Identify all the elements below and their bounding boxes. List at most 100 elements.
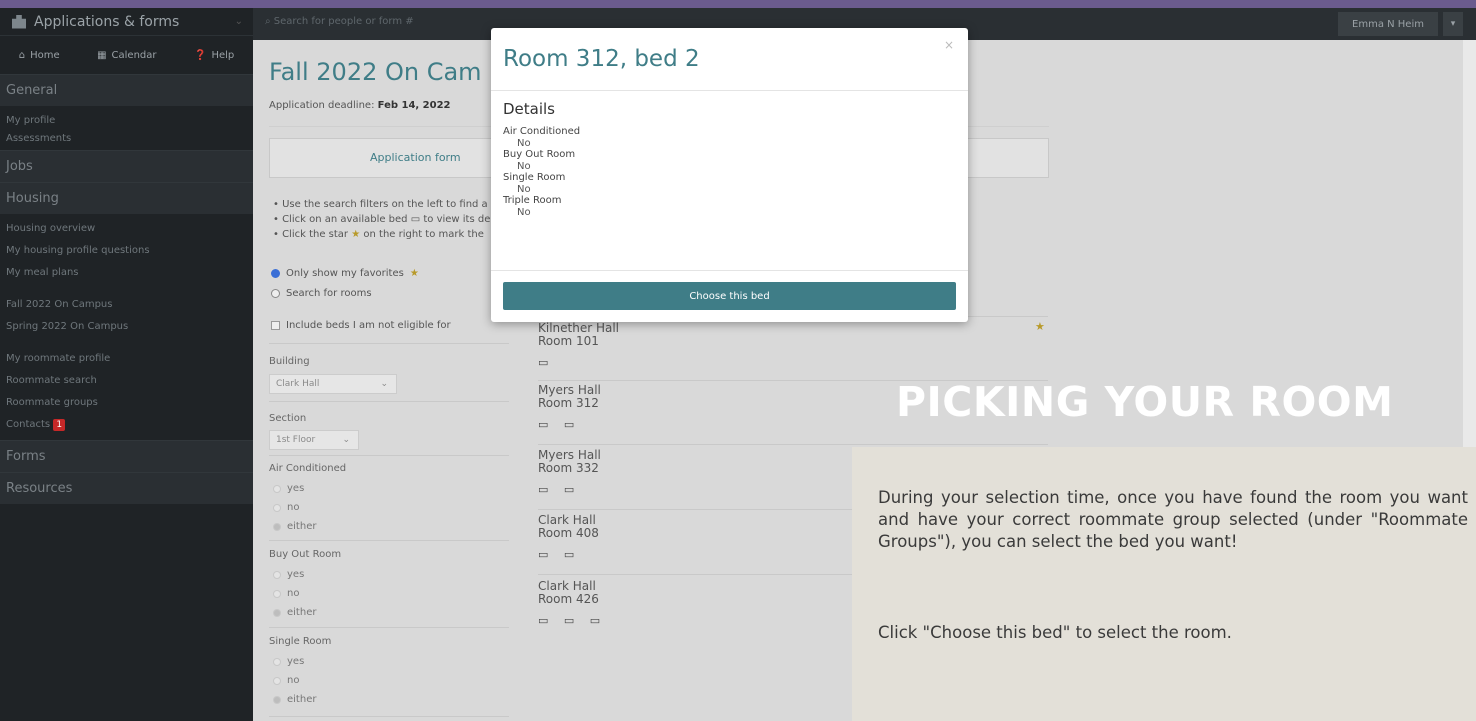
detail-value: No [517,137,531,149]
sidebar-item-spring-2022[interactable]: Spring 2022 On Campus [6,316,247,338]
building-select-value: Clark Hall [276,379,320,389]
bed-icon[interactable]: ▭ ▭ [538,483,601,496]
section-resources[interactable]: Resources [0,472,253,504]
search-icon: ⌕ [265,16,271,27]
radio-favorites[interactable]: Only show my favorites ★ [271,268,419,279]
radio-off-icon [273,657,281,666]
bed-icon[interactable]: ▭ [538,356,619,369]
building-label: Building [269,356,310,367]
radio-search-label: Search for rooms [286,288,372,299]
sidebar-item-profile-questions[interactable]: My housing profile questions [6,240,247,262]
nav-home[interactable]: ⌂ Home [19,50,60,61]
radio-off-icon [273,589,281,598]
list-item[interactable]: Myers Hall Room 312 ▭ ▭ [538,384,601,432]
list-item[interactable]: Myers Hall Room 332 ▭ ▭ [538,449,601,497]
ac-no[interactable]: no [273,502,299,513]
radio-on-icon [273,695,281,704]
ac-either[interactable]: either [273,521,316,532]
sidebar-item-roommate-groups[interactable]: Roommate groups [6,392,247,414]
sidebar-item-contacts[interactable]: Contacts 1 [6,414,247,436]
section-jobs[interactable]: Jobs [0,150,253,182]
search-input[interactable]: ⌕ Search for people or form # [265,16,414,27]
checkbox-ineligible[interactable]: Include beds I am not eligible for [271,320,451,331]
instructions: • Use the search filters on the left to … [273,197,490,242]
chevron-down-icon: ⌄ [234,16,243,27]
ac-yes[interactable]: yes [273,483,304,494]
buyout-yes[interactable]: yes [273,569,304,580]
option-label: either [287,694,317,705]
user-menu-button[interactable]: Emma N Heim [1338,12,1438,36]
caret-down-icon[interactable]: ▾ [1443,12,1463,36]
section-label: Section [269,413,307,424]
divider [491,270,968,271]
nav-calendar[interactable]: ▦ Calendar [97,50,156,61]
sidebar-item-meal-plans[interactable]: My meal plans [6,262,247,284]
radio-search-rooms[interactable]: Search for rooms [271,288,372,299]
option-label: yes [287,569,305,580]
instruction-text: Use the search filters on the left to fi… [282,199,488,210]
divider [269,343,509,344]
room-number: Room 332 [538,461,599,475]
single-no[interactable]: no [273,675,299,686]
detail-label: Air Conditioned [503,126,581,137]
sidebar-item-housing-overview[interactable]: Housing overview [6,218,247,240]
details-heading: Details [503,100,556,118]
single-yes[interactable]: yes [273,656,304,667]
detail-value: No [517,160,531,172]
star-icon: ★ [351,229,361,240]
buyout-no[interactable]: no [273,588,299,599]
sidebar-nav: ⌂ Home ▦ Calendar ❓ Help [0,36,253,74]
section-forms[interactable]: Forms [0,440,253,472]
contacts-badge: 1 [53,419,66,431]
nav-help[interactable]: ❓ Help [194,50,234,61]
option-label: yes [287,483,305,494]
deadline: Application deadline: Feb 14, 2022 [269,100,451,111]
section-housing[interactable]: Housing [0,182,253,214]
room-number: Room 101 [538,334,599,348]
headline: PICKING YOUR ROOM [896,378,1394,426]
contacts-label: Contacts [6,419,51,430]
single-either[interactable]: either [273,694,316,705]
bed-icon: ▭ [410,214,421,225]
section-select-value: 1st Floor [276,435,316,445]
sidebar-item-roommate-search[interactable]: Roommate search [6,370,247,392]
choose-bed-button[interactable]: Choose this bed [503,282,956,310]
details-list: Air Conditioned No Buy Out Room No Singl… [503,126,580,218]
page-title: Fall 2022 On Cam [269,58,482,86]
sidebar-item-my-profile[interactable]: My profile [6,110,247,132]
list-item[interactable]: Clark Hall Room 426 ▭ ▭ ▭ [538,580,606,628]
list-item[interactable]: Kilnether Hall Room 101 ▭ [538,322,619,370]
bed-icon[interactable]: ▭ ▭ [538,418,601,431]
room-number: Room 312 [538,396,599,410]
buyout-either[interactable]: either [273,607,316,618]
option-label: no [287,502,300,513]
section-general[interactable]: General [0,74,253,106]
top-accent-strip [0,0,1476,8]
sidebar-item-assessments[interactable]: Assessments [6,132,247,146]
checkbox-label: Include beds I am not eligible for [286,320,451,331]
chevron-down-icon: ⌄ [342,435,350,445]
bed-icon[interactable]: ▭ ▭ ▭ [538,614,606,627]
radio-on-icon [273,522,281,531]
radio-off-icon [271,289,280,298]
app-switcher[interactable]: Applications & forms ⌄ [0,8,253,36]
building-icon [12,14,26,29]
radio-off-icon [273,570,281,579]
calendar-icon: ▦ [97,49,107,61]
card-paragraph: During your selection time, once you hav… [878,488,1468,551]
star-icon: ★ [409,268,419,279]
section-select[interactable]: 1st Floor ⌄ [269,430,359,450]
radio-off-icon [273,484,281,493]
favorite-star-icon[interactable]: ★ [1035,320,1045,333]
ac-label: Air Conditioned [269,463,347,474]
room-number: Room 408 [538,526,599,540]
option-label: either [287,607,317,618]
sidebar-item-fall-2022[interactable]: Fall 2022 On Campus [6,294,247,316]
list-item[interactable]: Clark Hall Room 408 ▭ ▭ [538,514,599,562]
bed-icon[interactable]: ▭ ▭ [538,548,599,561]
buyout-label: Buy Out Room [269,549,342,560]
sidebar-item-roommate-profile[interactable]: My roommate profile [6,348,247,370]
building-select[interactable]: Clark Hall ⌄ [269,374,397,394]
tab-application-form[interactable]: Application form [370,151,461,164]
close-icon[interactable]: × [944,38,954,52]
